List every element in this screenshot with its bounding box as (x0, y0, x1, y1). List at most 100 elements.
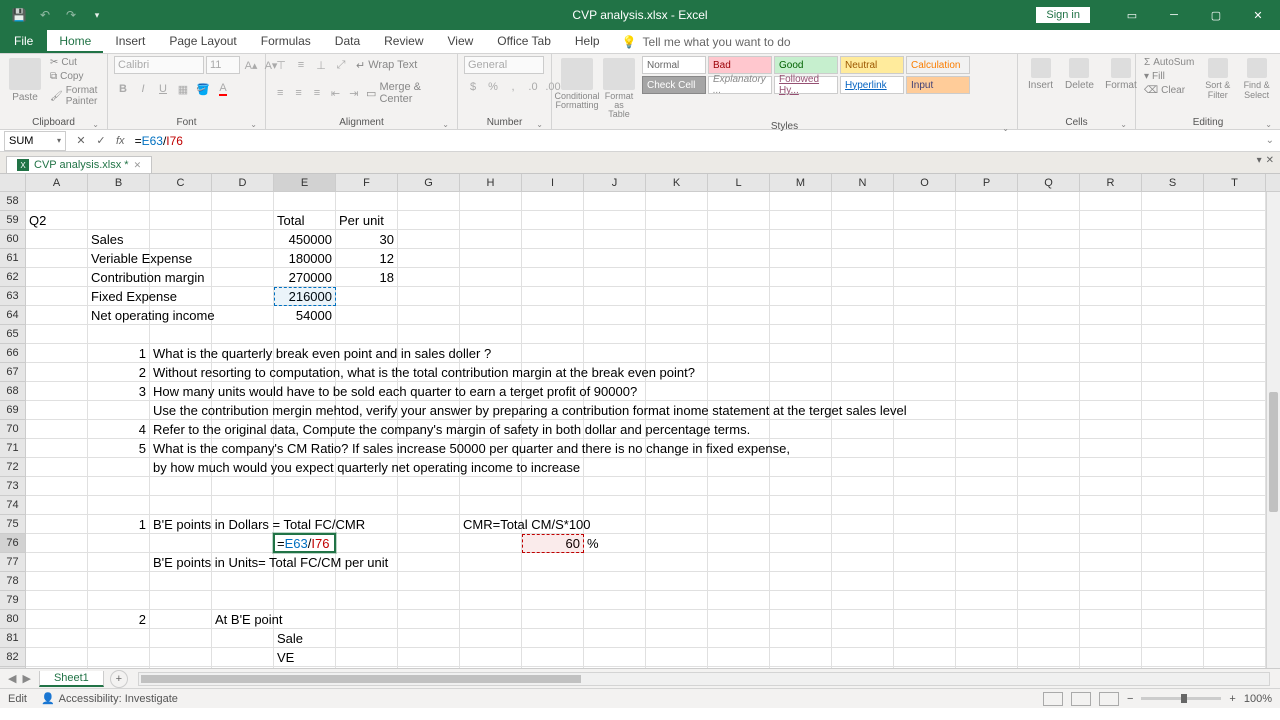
cell-A79[interactable] (26, 591, 88, 610)
cell-D80[interactable]: At B'E point (212, 610, 274, 629)
cell-C69[interactable]: Use the contribution mergin mehtod, veri… (150, 401, 212, 420)
cell-N73[interactable] (832, 477, 894, 496)
cell-L59[interactable] (708, 211, 770, 230)
cell-T72[interactable] (1204, 458, 1266, 477)
cell-M67[interactable] (770, 363, 832, 382)
cell-A71[interactable] (26, 439, 88, 458)
close-icon[interactable]: ✕ (1238, 0, 1278, 30)
cell-R64[interactable] (1080, 306, 1142, 325)
cell-C74[interactable] (150, 496, 212, 515)
tell-me-search[interactable]: 💡 Tell me what you want to do (622, 30, 791, 53)
cell-I66[interactable] (522, 344, 584, 363)
cell-N80[interactable] (832, 610, 894, 629)
cell-L64[interactable] (708, 306, 770, 325)
cell-Q83[interactable] (1018, 667, 1080, 668)
cell-C72[interactable]: by how much would you expect quarterly n… (150, 458, 212, 477)
row-header[interactable]: 62 (0, 268, 26, 287)
cell-F64[interactable] (336, 306, 398, 325)
cell-S58[interactable] (1142, 192, 1204, 211)
cell-S77[interactable] (1142, 553, 1204, 572)
chevron-down-icon[interactable]: ▾ (57, 136, 61, 145)
cell-H77[interactable] (460, 553, 522, 572)
cell-I80[interactable] (522, 610, 584, 629)
cell-N59[interactable] (832, 211, 894, 230)
cell-J73[interactable] (584, 477, 646, 496)
cell-S73[interactable] (1142, 477, 1204, 496)
cell-L80[interactable] (708, 610, 770, 629)
style-check-cell[interactable]: Check Cell (642, 76, 706, 94)
cell-C77[interactable]: B'E points in Units= Total FC/CM per uni… (150, 553, 212, 572)
cell-J61[interactable] (584, 249, 646, 268)
cell-O83[interactable] (894, 667, 956, 668)
cell-E64[interactable]: 54000 (274, 306, 336, 325)
cell-Q74[interactable] (1018, 496, 1080, 515)
zoom-in-icon[interactable]: + (1229, 693, 1235, 705)
row-header[interactable]: 72 (0, 458, 26, 477)
align-left-icon[interactable]: ≡ (272, 84, 288, 102)
align-middle-icon[interactable]: ≡ (292, 56, 310, 74)
cell-P75[interactable] (956, 515, 1018, 534)
cell-K63[interactable] (646, 287, 708, 306)
cell-R68[interactable] (1080, 382, 1142, 401)
cell-Q78[interactable] (1018, 572, 1080, 591)
cell-C70[interactable]: Refer to the original data, Compute the … (150, 420, 212, 439)
cell-K73[interactable] (646, 477, 708, 496)
cell-Q68[interactable] (1018, 382, 1080, 401)
cell-Q75[interactable] (1018, 515, 1080, 534)
cell-R66[interactable] (1080, 344, 1142, 363)
cell-C78[interactable] (150, 572, 212, 591)
cell-P58[interactable] (956, 192, 1018, 211)
cell-B83[interactable] (88, 667, 150, 668)
cell-R79[interactable] (1080, 591, 1142, 610)
cell-I83[interactable] (522, 667, 584, 668)
cell-B81[interactable] (88, 629, 150, 648)
cell-C68[interactable]: How many units would have to be sold eac… (150, 382, 212, 401)
cell-C59[interactable] (150, 211, 212, 230)
cut-button[interactable]: ✂Cut (48, 56, 101, 69)
cell-D59[interactable] (212, 211, 274, 230)
cell-H58[interactable] (460, 192, 522, 211)
cell-B61[interactable]: Veriable Expense (88, 249, 150, 268)
style-neutral[interactable]: Neutral (840, 56, 904, 74)
cell-L68[interactable] (708, 382, 770, 401)
cell-Q62[interactable] (1018, 268, 1080, 287)
cell-D78[interactable] (212, 572, 274, 591)
cell-N70[interactable] (832, 420, 894, 439)
col-header-C[interactable]: C (150, 174, 212, 191)
cell-R78[interactable] (1080, 572, 1142, 591)
cell-O81[interactable] (894, 629, 956, 648)
cell-L72[interactable] (708, 458, 770, 477)
cell-H65[interactable] (460, 325, 522, 344)
cell-J60[interactable] (584, 230, 646, 249)
cell-S80[interactable] (1142, 610, 1204, 629)
col-header-B[interactable]: B (88, 174, 150, 191)
col-header-G[interactable]: G (398, 174, 460, 191)
cell-J76[interactable]: % (584, 534, 646, 553)
cell-B78[interactable] (88, 572, 150, 591)
cell-Q80[interactable] (1018, 610, 1080, 629)
indent-left-icon[interactable]: ⇤ (327, 84, 343, 102)
cell-L61[interactable] (708, 249, 770, 268)
cell-Q65[interactable] (1018, 325, 1080, 344)
row-header[interactable]: 82 (0, 648, 26, 667)
cell-F61[interactable]: 12 (336, 249, 398, 268)
cell-R71[interactable] (1080, 439, 1142, 458)
cell-C82[interactable] (150, 648, 212, 667)
cell-T83[interactable] (1204, 667, 1266, 668)
fill-button[interactable]: ▾Fill (1142, 70, 1196, 83)
cell-L58[interactable] (708, 192, 770, 211)
bold-icon[interactable]: B (114, 80, 132, 98)
align-center-icon[interactable]: ≡ (290, 84, 306, 102)
cell-G64[interactable] (398, 306, 460, 325)
cell-L75[interactable] (708, 515, 770, 534)
cell-G59[interactable] (398, 211, 460, 230)
cell-S78[interactable] (1142, 572, 1204, 591)
col-header-K[interactable]: K (646, 174, 708, 191)
cell-B77[interactable] (88, 553, 150, 572)
cell-I65[interactable] (522, 325, 584, 344)
cell-B74[interactable] (88, 496, 150, 515)
cell-J62[interactable] (584, 268, 646, 287)
cell-P72[interactable] (956, 458, 1018, 477)
cell-K72[interactable] (646, 458, 708, 477)
cell-R83[interactable] (1080, 667, 1142, 668)
